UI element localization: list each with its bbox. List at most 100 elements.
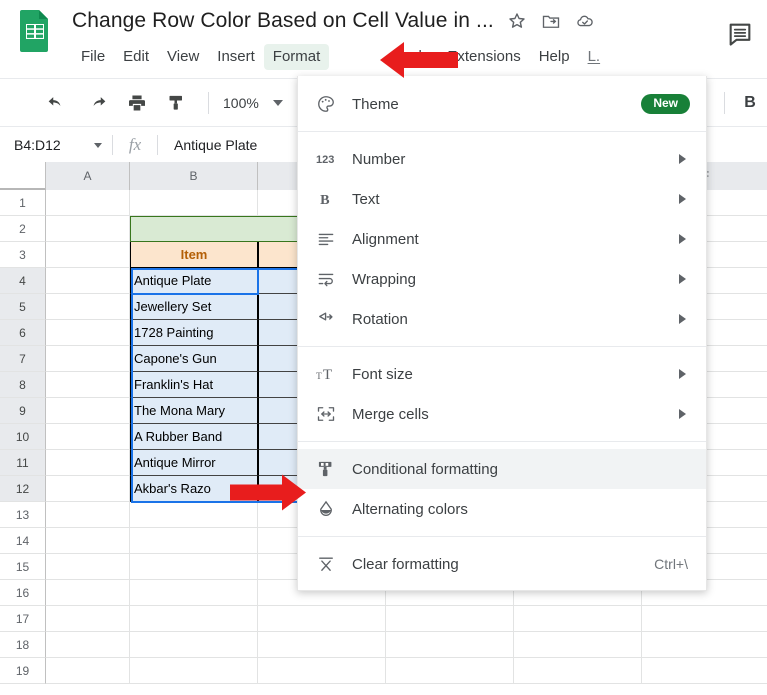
- cell-E19[interactable]: [514, 658, 642, 684]
- menu-item-font-size[interactable]: TTFont size: [298, 354, 706, 394]
- move-to-folder-icon[interactable]: [541, 11, 561, 31]
- row-header-18[interactable]: 18: [0, 632, 46, 658]
- cell-D17[interactable]: [386, 606, 514, 632]
- cell-A6[interactable]: [46, 320, 130, 346]
- column-header-b[interactable]: B: [130, 162, 258, 190]
- name-box[interactable]: B4:D12: [0, 127, 112, 163]
- bold-button[interactable]: B: [733, 94, 767, 112]
- table-item-cell[interactable]: Antique Mirror: [130, 450, 258, 476]
- menu-item-text[interactable]: BText: [298, 179, 706, 219]
- chevron-down-icon[interactable]: [94, 143, 102, 148]
- menu-item-rotation[interactable]: Rotation: [298, 299, 706, 339]
- cell-F18[interactable]: [642, 632, 767, 658]
- menu-insert[interactable]: Insert: [208, 44, 264, 70]
- comment-history-icon[interactable]: [726, 20, 754, 48]
- cloud-saved-icon[interactable]: [575, 11, 595, 31]
- menu-item-number[interactable]: 123Number: [298, 139, 706, 179]
- redo-icon[interactable]: [80, 86, 114, 120]
- row-header-9[interactable]: 9: [0, 398, 46, 424]
- table-item-cell[interactable]: Jewellery Set: [130, 294, 258, 320]
- row-header-2[interactable]: 2: [0, 216, 46, 242]
- cell-B19[interactable]: [130, 658, 258, 684]
- cell-A14[interactable]: [46, 528, 130, 554]
- cell-D18[interactable]: [386, 632, 514, 658]
- print-icon[interactable]: [120, 86, 154, 120]
- row-header-15[interactable]: 15: [0, 554, 46, 580]
- row-header-16[interactable]: 16: [0, 580, 46, 606]
- cell-A13[interactable]: [46, 502, 130, 528]
- menu-last-edit[interactable]: L.: [579, 44, 610, 70]
- cell-B15[interactable]: [130, 554, 258, 580]
- undo-icon[interactable]: [40, 86, 74, 120]
- cell-A16[interactable]: [46, 580, 130, 606]
- menu-format[interactable]: Format: [264, 44, 330, 70]
- cell-B16[interactable]: [130, 580, 258, 606]
- menu-extensions[interactable]: Extensions: [438, 44, 529, 70]
- zoom-selector[interactable]: 100%: [217, 89, 289, 117]
- row-header-11[interactable]: 11: [0, 450, 46, 476]
- cell-A1[interactable]: [46, 190, 130, 216]
- document-title[interactable]: Change Row Color Based on Cell Value in …: [72, 7, 494, 35]
- cell-C19[interactable]: [258, 658, 386, 684]
- cell-A18[interactable]: [46, 632, 130, 658]
- menu-file[interactable]: File: [72, 44, 114, 70]
- table-item-cell[interactable]: Franklin's Hat: [130, 372, 258, 398]
- row-header-19[interactable]: 19: [0, 658, 46, 684]
- row-header-5[interactable]: 5: [0, 294, 46, 320]
- cell-B17[interactable]: [130, 606, 258, 632]
- row-header-1[interactable]: 1: [0, 190, 46, 216]
- cell-B18[interactable]: [130, 632, 258, 658]
- cell-E18[interactable]: [514, 632, 642, 658]
- table-item-cell[interactable]: A Rubber Band: [130, 424, 258, 450]
- menu-item-theme[interactable]: ThemeNew: [298, 84, 706, 124]
- cell-B14[interactable]: [130, 528, 258, 554]
- cell-F19[interactable]: [642, 658, 767, 684]
- cell-A15[interactable]: [46, 554, 130, 580]
- cell-A4[interactable]: [46, 268, 130, 294]
- cell-A11[interactable]: [46, 450, 130, 476]
- row-header-8[interactable]: 8: [0, 372, 46, 398]
- menu-edit[interactable]: Edit: [114, 44, 158, 70]
- table-item-cell[interactable]: Akbar's Razo: [130, 476, 258, 502]
- cell-D19[interactable]: [386, 658, 514, 684]
- row-header-13[interactable]: 13: [0, 502, 46, 528]
- cell-A8[interactable]: [46, 372, 130, 398]
- table-item-cell[interactable]: Antique Plate: [130, 268, 258, 294]
- cell-F17[interactable]: [642, 606, 767, 632]
- menu-item-wrapping[interactable]: Wrapping: [298, 259, 706, 299]
- cell-C18[interactable]: [258, 632, 386, 658]
- row-header-6[interactable]: 6: [0, 320, 46, 346]
- cell-A2[interactable]: [46, 216, 130, 242]
- cell-A12[interactable]: [46, 476, 130, 502]
- menu-item-conditional-formatting[interactable]: Conditional formatting: [298, 449, 706, 489]
- select-all-corner[interactable]: [0, 162, 46, 190]
- cell-E17[interactable]: [514, 606, 642, 632]
- cell-A3[interactable]: [46, 242, 130, 268]
- menu-tools[interactable]: Tools: [385, 44, 438, 70]
- row-header-12[interactable]: 12: [0, 476, 46, 502]
- table-header-item[interactable]: Item: [130, 242, 258, 268]
- row-header-4[interactable]: 4: [0, 268, 46, 294]
- cell-A19[interactable]: [46, 658, 130, 684]
- row-header-3[interactable]: 3: [0, 242, 46, 268]
- paint-format-icon[interactable]: [160, 86, 194, 120]
- row-header-10[interactable]: 10: [0, 424, 46, 450]
- menu-item-clear-formatting[interactable]: Clear formattingCtrl+\: [298, 544, 706, 584]
- cell-C17[interactable]: [258, 606, 386, 632]
- menu-view[interactable]: View: [158, 44, 208, 70]
- row-header-17[interactable]: 17: [0, 606, 46, 632]
- cell-B13[interactable]: [130, 502, 258, 528]
- row-header-14[interactable]: 14: [0, 528, 46, 554]
- cell-A17[interactable]: [46, 606, 130, 632]
- cell-A5[interactable]: [46, 294, 130, 320]
- cell-A9[interactable]: [46, 398, 130, 424]
- cell-A7[interactable]: [46, 346, 130, 372]
- star-icon[interactable]: [507, 11, 527, 31]
- menu-item-merge-cells[interactable]: Merge cells: [298, 394, 706, 434]
- menu-help[interactable]: Help: [530, 44, 579, 70]
- cell-B1[interactable]: [130, 190, 258, 216]
- cell-A10[interactable]: [46, 424, 130, 450]
- table-item-cell[interactable]: 1728 Painting: [130, 320, 258, 346]
- column-header-a[interactable]: A: [46, 162, 130, 190]
- menu-item-alignment[interactable]: Alignment: [298, 219, 706, 259]
